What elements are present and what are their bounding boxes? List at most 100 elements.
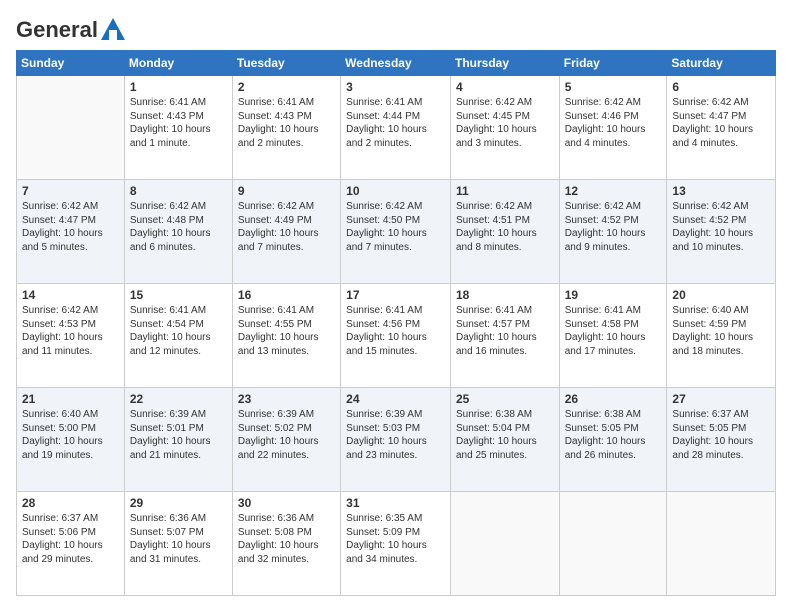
calendar-cell: 11Sunrise: 6:42 AM Sunset: 4:51 PM Dayli… — [450, 180, 559, 284]
day-info: Sunrise: 6:41 AM Sunset: 4:56 PM Dayligh… — [346, 304, 445, 358]
day-info: Sunrise: 6:41 AM Sunset: 4:58 PM Dayligh… — [565, 304, 662, 358]
day-info: Sunrise: 6:42 AM Sunset: 4:51 PM Dayligh… — [456, 200, 554, 254]
day-number: 5 — [565, 80, 662, 94]
calendar-cell: 12 Sunrise: 6:42 AM Sunset: 4:52 PM Dayli… — [559, 180, 667, 284]
day-number: 4 — [456, 80, 554, 94]
calendar-cell: 7 Sunrise: 6:42 AM Sunset: 4:47 PM Daylig… — [17, 180, 125, 284]
calendar-cell: 15 Sunrise: 6:41 AM Sunset: 4:54 PM Dayli… — [124, 284, 232, 388]
calendar-cell: 28 Sunrise: 6:37 AM Sunset: 5:06 PM Dayli… — [17, 492, 125, 596]
day-number: 24 — [346, 392, 445, 406]
calendar-cell: 5 Sunrise: 6:42 AM Sunset: 4:46 PM Daylig… — [559, 76, 667, 180]
day-number: 12 — [565, 184, 662, 198]
day-number: 18 — [456, 288, 554, 302]
calendar-table: SundayMondayTuesdayWednesdayThursdayFrid… — [16, 50, 776, 596]
day-info: Sunrise: 6:38 AM Sunset: 5:04 PM Dayligh… — [456, 408, 554, 462]
day-info: Sunrise: 6:41 AM Sunset: 4:43 PM Dayligh… — [238, 96, 335, 150]
calendar-cell — [667, 492, 776, 596]
day-info: Sunrise: 6:41 AM Sunset: 4:55 PM Dayligh… — [238, 304, 335, 358]
weekday-friday: Friday — [559, 51, 667, 76]
calendar-cell: 10 Sunrise: 6:42 AM Sunset: 4:50 PM Dayli… — [341, 180, 451, 284]
day-number: 28 — [22, 496, 119, 510]
week-row-1: 1 Sunrise: 6:41 AM Sunset: 4:43 PM Daylig… — [17, 76, 776, 180]
day-info: Sunrise: 6:35 AM Sunset: 5:09 PM Dayligh… — [346, 512, 445, 566]
calendar-cell: 31 Sunrise: 6:35 AM Sunset: 5:09 PM Dayli… — [341, 492, 451, 596]
calendar-cell: 22 Sunrise: 6:39 AM Sunset: 5:01 PM Dayli… — [124, 388, 232, 492]
day-number: 17 — [346, 288, 445, 302]
week-row-2: 7 Sunrise: 6:42 AM Sunset: 4:47 PM Daylig… — [17, 180, 776, 284]
day-number: 1 — [130, 80, 227, 94]
calendar-cell: 4 Sunrise: 6:42 AM Sunset: 4:45 PM Daylig… — [450, 76, 559, 180]
day-info: Sunrise: 6:42 AM Sunset: 4:50 PM Dayligh… — [346, 200, 445, 254]
calendar-cell: 29 Sunrise: 6:36 AM Sunset: 5:07 PM Dayli… — [124, 492, 232, 596]
calendar-cell: 25 Sunrise: 6:38 AM Sunset: 5:04 PM Dayli… — [450, 388, 559, 492]
day-number: 8 — [130, 184, 227, 198]
calendar-cell: 27Sunrise: 6:37 AM Sunset: 5:05 PM Dayli… — [667, 388, 776, 492]
calendar-cell: 23 Sunrise: 6:39 AM Sunset: 5:02 PM Dayli… — [232, 388, 340, 492]
calendar-cell: 20Sunrise: 6:40 AM Sunset: 4:59 PM Dayli… — [667, 284, 776, 388]
calendar-cell: 8 Sunrise: 6:42 AM Sunset: 4:48 PM Daylig… — [124, 180, 232, 284]
day-number: 29 — [130, 496, 227, 510]
day-number: 23 — [238, 392, 335, 406]
calendar-cell: 24 Sunrise: 6:39 AM Sunset: 5:03 PM Dayli… — [341, 388, 451, 492]
day-number: 30 — [238, 496, 335, 510]
day-info: Sunrise: 6:37 AM Sunset: 5:05 PM Dayligh… — [672, 408, 770, 462]
calendar-cell: 17 Sunrise: 6:41 AM Sunset: 4:56 PM Dayli… — [341, 284, 451, 388]
day-number: 25 — [456, 392, 554, 406]
week-row-3: 14 Sunrise: 6:42 AM Sunset: 4:53 PM Dayli… — [17, 284, 776, 388]
weekday-header-row: SundayMondayTuesdayWednesdayThursdayFrid… — [17, 51, 776, 76]
calendar-cell: 30 Sunrise: 6:36 AM Sunset: 5:08 PM Dayli… — [232, 492, 340, 596]
day-number: 3 — [346, 80, 445, 94]
day-number: 13 — [672, 184, 770, 198]
weekday-sunday: Sunday — [17, 51, 125, 76]
header: General — [16, 16, 776, 40]
day-number: 9 — [238, 184, 335, 198]
day-number: 26 — [565, 392, 662, 406]
day-number: 14 — [22, 288, 119, 302]
weekday-saturday: Saturday — [667, 51, 776, 76]
day-number: 7 — [22, 184, 119, 198]
page: General SundayMondayTuesdayWednesdayThur… — [0, 0, 792, 612]
day-info: Sunrise: 6:36 AM Sunset: 5:07 PM Dayligh… — [130, 512, 227, 566]
logo-text: General — [16, 16, 128, 40]
day-info: Sunrise: 6:42 AM Sunset: 4:52 PM Dayligh… — [672, 200, 770, 254]
day-info: Sunrise: 6:39 AM Sunset: 5:03 PM Dayligh… — [346, 408, 445, 462]
day-number: 6 — [672, 80, 770, 94]
day-info: Sunrise: 6:36 AM Sunset: 5:08 PM Dayligh… — [238, 512, 335, 566]
day-info: Sunrise: 6:41 AM Sunset: 4:43 PM Dayligh… — [130, 96, 227, 150]
day-info: Sunrise: 6:42 AM Sunset: 4:53 PM Dayligh… — [22, 304, 119, 358]
day-info: Sunrise: 6:42 AM Sunset: 4:49 PM Dayligh… — [238, 200, 335, 254]
day-number: 20 — [672, 288, 770, 302]
day-info: Sunrise: 6:38 AM Sunset: 5:05 PM Dayligh… — [565, 408, 662, 462]
weekday-monday: Monday — [124, 51, 232, 76]
calendar-cell: 18Sunrise: 6:41 AM Sunset: 4:57 PM Dayli… — [450, 284, 559, 388]
calendar-cell: 6Sunrise: 6:42 AM Sunset: 4:47 PM Daylig… — [667, 76, 776, 180]
calendar-cell — [450, 492, 559, 596]
calendar-cell: 9 Sunrise: 6:42 AM Sunset: 4:49 PM Daylig… — [232, 180, 340, 284]
day-number: 21 — [22, 392, 119, 406]
calendar-cell — [17, 76, 125, 180]
logo: General — [16, 16, 128, 40]
day-number: 2 — [238, 80, 335, 94]
day-info: Sunrise: 6:39 AM Sunset: 5:01 PM Dayligh… — [130, 408, 227, 462]
weekday-tuesday: Tuesday — [232, 51, 340, 76]
day-info: Sunrise: 6:42 AM Sunset: 4:45 PM Dayligh… — [456, 96, 554, 150]
calendar-cell: 14 Sunrise: 6:42 AM Sunset: 4:53 PM Dayli… — [17, 284, 125, 388]
calendar-cell: 19 Sunrise: 6:41 AM Sunset: 4:58 PM Dayli… — [559, 284, 667, 388]
day-info: Sunrise: 6:41 AM Sunset: 4:54 PM Dayligh… — [130, 304, 227, 358]
day-info: Sunrise: 6:42 AM Sunset: 4:46 PM Dayligh… — [565, 96, 662, 150]
day-number: 16 — [238, 288, 335, 302]
day-number: 22 — [130, 392, 227, 406]
calendar-cell: 2 Sunrise: 6:41 AM Sunset: 4:43 PM Daylig… — [232, 76, 340, 180]
day-info: Sunrise: 6:42 AM Sunset: 4:52 PM Dayligh… — [565, 200, 662, 254]
calendar-cell: 13 Sunrise: 6:42 AM Sunset: 4:52 PM Dayli… — [667, 180, 776, 284]
calendar-cell: 16 Sunrise: 6:41 AM Sunset: 4:55 PM Dayli… — [232, 284, 340, 388]
day-number: 15 — [130, 288, 227, 302]
day-number: 10 — [346, 184, 445, 198]
day-info: Sunrise: 6:37 AM Sunset: 5:06 PM Dayligh… — [22, 512, 119, 566]
day-info: Sunrise: 6:39 AM Sunset: 5:02 PM Dayligh… — [238, 408, 335, 462]
logo-general: General — [16, 17, 98, 43]
day-info: Sunrise: 6:42 AM Sunset: 4:47 PM Dayligh… — [22, 200, 119, 254]
day-number: 19 — [565, 288, 662, 302]
day-number: 31 — [346, 496, 445, 510]
day-info: Sunrise: 6:42 AM Sunset: 4:48 PM Dayligh… — [130, 200, 227, 254]
